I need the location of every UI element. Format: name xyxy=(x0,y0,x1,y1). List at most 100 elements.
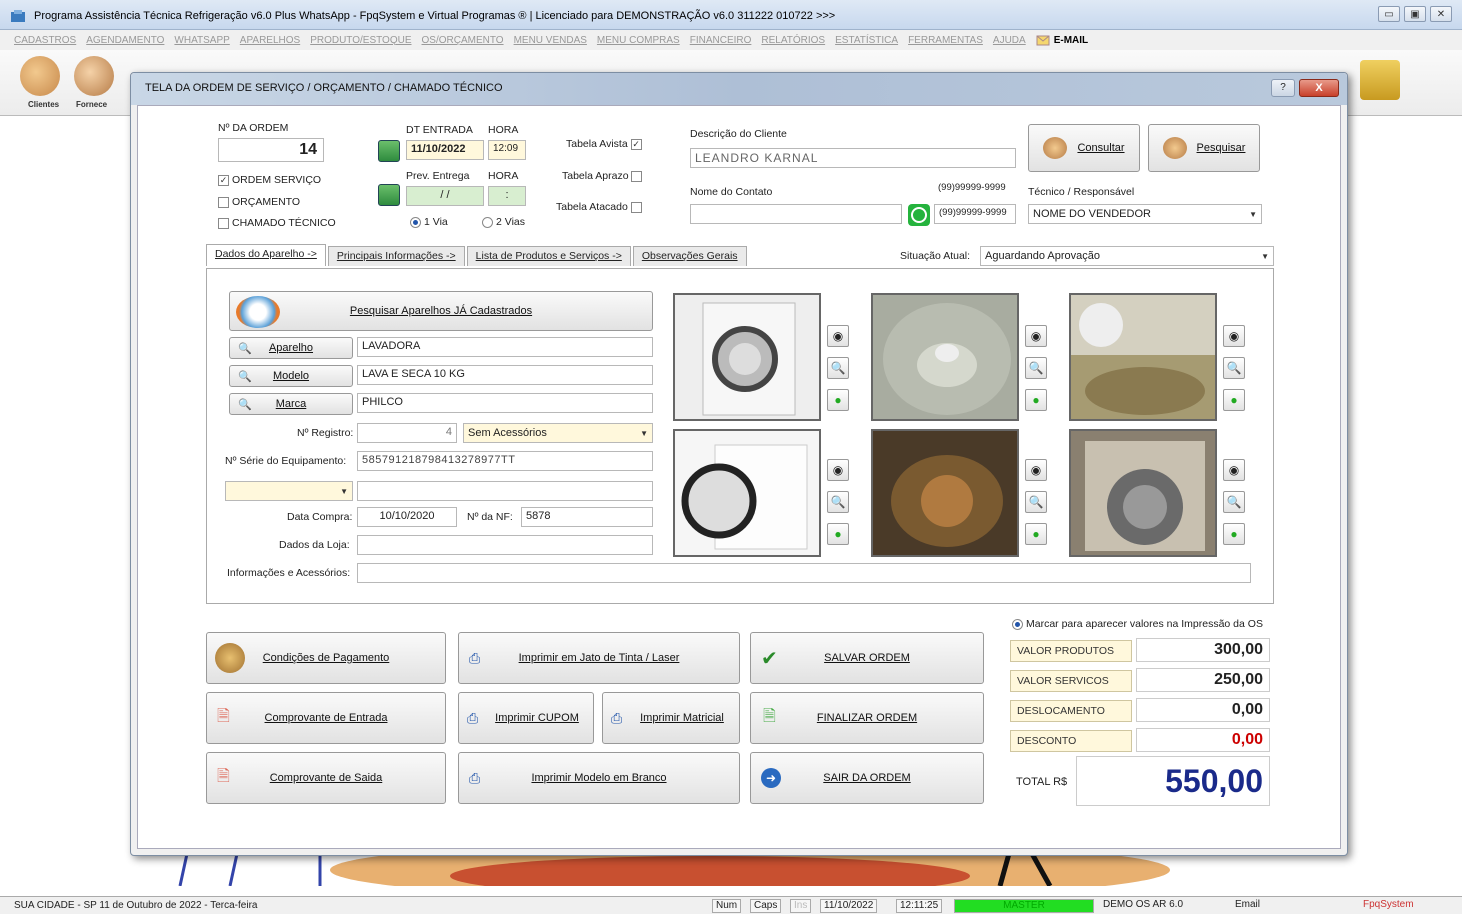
menu-agendamento[interactable]: AGENDAMENTO xyxy=(86,35,164,46)
camera-icon[interactable]: ◉ xyxy=(1223,325,1245,347)
zoom-icon[interactable]: 🔍 xyxy=(1223,491,1245,513)
device-photo-6[interactable] xyxy=(1069,429,1217,557)
delete-icon[interactable]: ● xyxy=(1025,389,1047,411)
type-ordem-servico[interactable]: ✓ ORDEM SERVIÇO xyxy=(218,174,321,186)
reg-field[interactable]: 4 xyxy=(357,423,457,443)
exit-icon[interactable] xyxy=(1360,60,1400,100)
value-deslocamento[interactable]: 0,00 xyxy=(1136,698,1270,722)
device-photo-3[interactable] xyxy=(1069,293,1217,421)
maximize-button[interactable]: ▣ xyxy=(1404,6,1426,22)
exit-receipt-button[interactable]: 🗎 Comprovante de Saida xyxy=(206,752,446,804)
menu-cadastros[interactable]: CADASTROS xyxy=(14,35,76,46)
order-number-field[interactable]: 14 xyxy=(218,138,324,162)
menu-compras[interactable]: MENU COMPRAS xyxy=(597,35,680,46)
camera-icon[interactable]: ◉ xyxy=(827,325,849,347)
device-photo-4[interactable] xyxy=(673,429,821,557)
device-modelo-button[interactable]: 🔍 Modelo xyxy=(229,365,353,387)
camera-icon[interactable]: ◉ xyxy=(1223,459,1245,481)
tab-dados-aparelho[interactable]: Dados do Aparelho -> xyxy=(206,244,326,266)
menu-relatorios[interactable]: RELATÓRIOS xyxy=(761,35,825,46)
calendar-icon[interactable] xyxy=(378,184,400,206)
tech-select[interactable]: NOME DO VENDEDOR ▼ xyxy=(1028,204,1262,224)
purchase-date-field[interactable]: 10/10/2020 xyxy=(357,507,457,527)
device-marca-button[interactable]: 🔍 Marca xyxy=(229,393,353,415)
status-select[interactable]: Aguardando Aprovação ▼ xyxy=(980,246,1274,266)
calendar-icon[interactable] xyxy=(378,140,400,162)
table-atacado[interactable]: Tabela Atacado xyxy=(556,201,645,213)
entry-date-field[interactable]: 11/10/2022 xyxy=(406,140,484,160)
menu-aparelhos[interactable]: APARELHOS xyxy=(240,35,300,46)
menu-email[interactable]: E-MAIL xyxy=(1036,34,1088,46)
device-photo-2[interactable] xyxy=(871,293,1019,421)
suppliers-icon[interactable] xyxy=(74,56,114,96)
device-photo-1[interactable] xyxy=(673,293,821,421)
search-client-button[interactable]: Pesquisar xyxy=(1148,124,1260,172)
close-window-button[interactable]: ✕ xyxy=(1430,6,1452,22)
zoom-icon[interactable]: 🔍 xyxy=(827,491,849,513)
zoom-icon[interactable]: 🔍 xyxy=(1025,491,1047,513)
finish-order-button[interactable]: 🗎 FINALIZAR ORDEM xyxy=(750,692,984,744)
type-orcamento[interactable]: ORÇAMENTO xyxy=(218,196,300,208)
type-chamado-tecnico[interactable]: CHAMADO TÉCNICO xyxy=(218,217,336,229)
tab-lista-produtos[interactable]: Lista de Produtos e Serviços -> xyxy=(466,246,631,266)
delivery-hour-field[interactable]: : xyxy=(488,186,526,206)
status-email[interactable]: Email xyxy=(1232,899,1263,913)
show-values-toggle[interactable]: Marcar para aparecer valores na Impressã… xyxy=(1012,618,1263,630)
phone-2-field[interactable]: (99)99999-9999 xyxy=(934,204,1016,224)
search-devices-button[interactable]: Pesquisar Aparelhos JÁ Cadastrados xyxy=(229,291,653,331)
extra-select[interactable]: ▼ xyxy=(225,481,353,501)
save-order-button[interactable]: ✔ SALVAR ORDEM xyxy=(750,632,984,684)
delete-icon[interactable]: ● xyxy=(1223,389,1245,411)
copies-1-radio[interactable]: 1 Via xyxy=(410,216,448,228)
value-desconto[interactable]: 0,00 xyxy=(1136,728,1270,752)
zoom-icon[interactable]: 🔍 xyxy=(1025,357,1047,379)
tab-observacoes[interactable]: Observações Gerais xyxy=(632,246,747,266)
contact-field[interactable] xyxy=(690,204,902,224)
menu-ajuda[interactable]: AJUDA xyxy=(993,35,1026,46)
entry-hour-field[interactable]: 12:09 xyxy=(488,140,526,160)
entry-receipt-button[interactable]: 🗎 Comprovante de Entrada xyxy=(206,692,446,744)
device-marca-field[interactable]: PHILCO xyxy=(357,393,653,413)
serial-field[interactable]: 585791218798413278977TT xyxy=(357,451,653,471)
payment-conditions-button[interactable]: Condições de Pagamento xyxy=(206,632,446,684)
nf-field[interactable]: 5878 xyxy=(521,507,653,527)
zoom-icon[interactable]: 🔍 xyxy=(1223,357,1245,379)
exit-order-button[interactable]: ➜ SAIR DA ORDEM xyxy=(750,752,984,804)
tab-principais-informacoes[interactable]: Principais Informações -> xyxy=(327,246,465,266)
print-laser-button[interactable]: ⎙ Imprimir em Jato de Tinta / Laser xyxy=(458,632,740,684)
delete-icon[interactable]: ● xyxy=(827,389,849,411)
accessories-select[interactable]: Sem Acessórios ▼ xyxy=(463,423,653,443)
client-name-field[interactable]: LEANDRO KARNAL xyxy=(690,148,1016,168)
extra-field[interactable] xyxy=(357,481,653,501)
camera-icon[interactable]: ◉ xyxy=(1025,325,1047,347)
consult-client-button[interactable]: Consultar xyxy=(1028,124,1140,172)
table-avista[interactable]: Tabela Avista ✓ xyxy=(566,138,645,150)
print-cupom-button[interactable]: ⎙ Imprimir CUPOM xyxy=(458,692,594,744)
menu-os-orcamento[interactable]: OS/ORÇAMENTO xyxy=(422,35,504,46)
delivery-date-field[interactable]: / / xyxy=(406,186,484,206)
device-photo-5[interactable] xyxy=(871,429,1019,557)
store-field[interactable] xyxy=(357,535,653,555)
print-blank-button[interactable]: ⎙ Imprimir Modelo em Branco xyxy=(458,752,740,804)
camera-icon[interactable]: ◉ xyxy=(827,459,849,481)
menu-whatsapp[interactable]: WHATSAPP xyxy=(174,35,229,46)
clients-icon[interactable] xyxy=(20,56,60,96)
info-field[interactable] xyxy=(357,563,1251,583)
menu-produto-estoque[interactable]: PRODUTO/ESTOQUE xyxy=(310,35,411,46)
zoom-icon[interactable]: 🔍 xyxy=(827,357,849,379)
copies-2-radio[interactable]: 2 Vias xyxy=(482,216,525,228)
menu-estatistica[interactable]: ESTATÍSTICA xyxy=(835,35,898,46)
delete-icon[interactable]: ● xyxy=(1223,523,1245,545)
menu-vendas[interactable]: MENU VENDAS xyxy=(514,35,587,46)
delete-icon[interactable]: ● xyxy=(827,523,849,545)
minimize-button[interactable]: ▭ xyxy=(1378,6,1400,22)
device-aparelho-button[interactable]: 🔍 Aparelho xyxy=(229,337,353,359)
menu-financeiro[interactable]: FINANCEIRO xyxy=(690,35,752,46)
menu-ferramentas[interactable]: FERRAMENTAS xyxy=(908,35,983,46)
camera-icon[interactable]: ◉ xyxy=(1025,459,1047,481)
delete-icon[interactable]: ● xyxy=(1025,523,1047,545)
dialog-close-button[interactable]: X xyxy=(1299,79,1339,97)
print-matricial-button[interactable]: ⎙ Imprimir Matricial xyxy=(602,692,740,744)
whatsapp-icon[interactable] xyxy=(908,204,930,226)
table-aprazo[interactable]: Tabela Aprazo xyxy=(562,170,645,182)
